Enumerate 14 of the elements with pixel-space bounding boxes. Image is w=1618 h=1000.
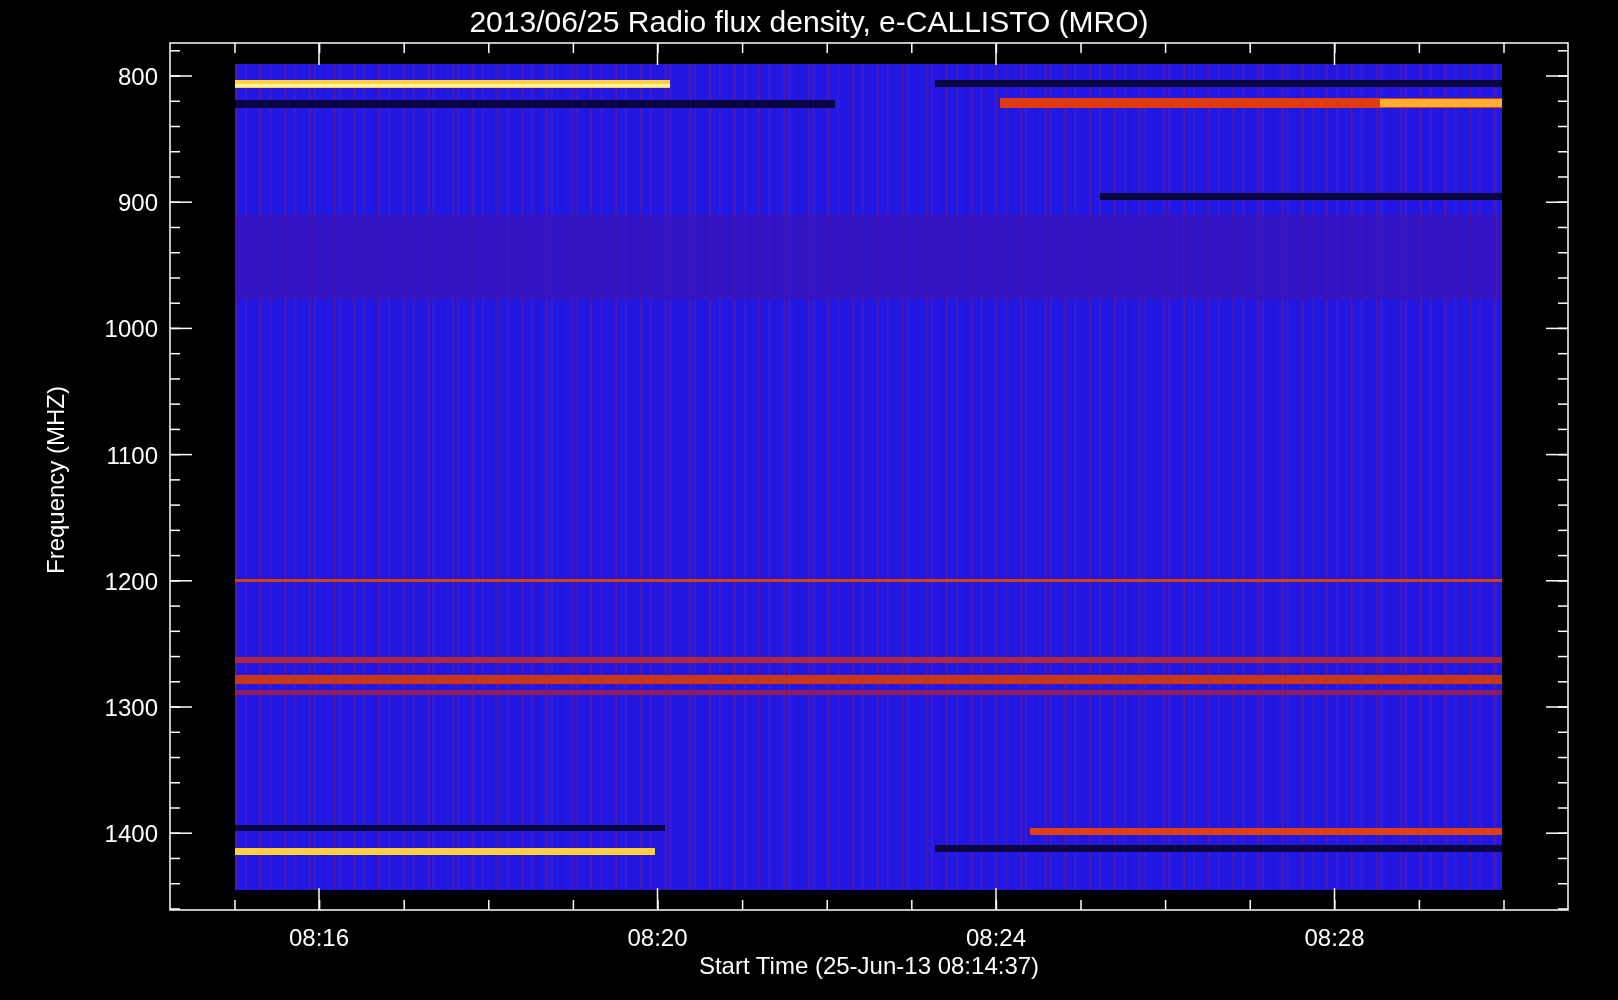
x-tick-label: 08:16	[288, 924, 350, 951]
y-tick-label: 1100	[106, 441, 158, 469]
plot-title: 2013/06/25 Radio flux density, e-CALLISTO (MRO)	[469, 5, 1149, 38]
y-axis-label: Frequency (MHZ)	[42, 386, 69, 574]
x-axis-label: Start Time (25-Jun-13 08:14:37)	[698, 952, 1040, 979]
x-tick-label: 08:20	[627, 924, 688, 951]
y-tick-label: 1200	[104, 567, 158, 595]
y-tick-label: 800	[117, 63, 158, 90]
y-tick-label: 1400	[104, 820, 158, 848]
y-tick-label: 1300	[104, 694, 158, 721]
x-tick-label: 08:24	[965, 924, 1027, 951]
y-tick-label: 900	[117, 189, 158, 217]
y-tick-label: 1000	[104, 315, 158, 343]
x-tick-label: 08:28	[1304, 924, 1365, 951]
